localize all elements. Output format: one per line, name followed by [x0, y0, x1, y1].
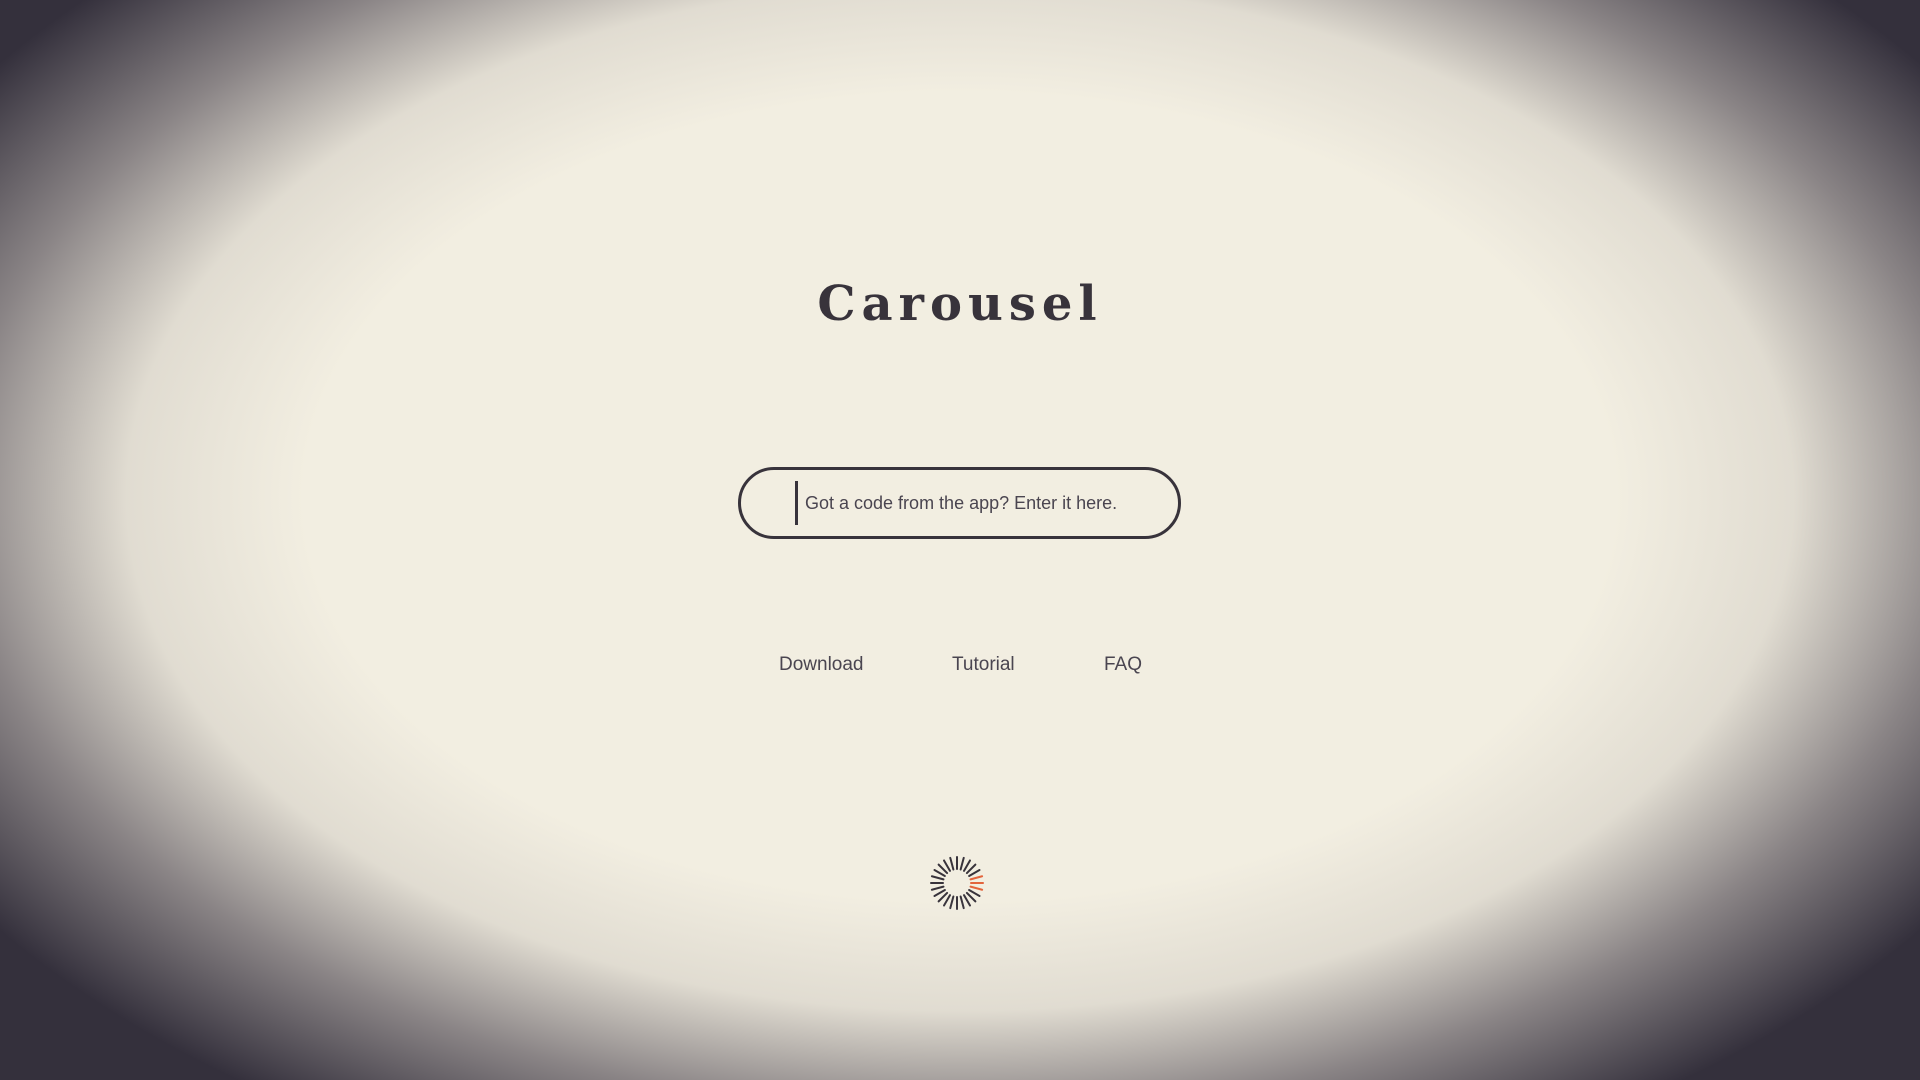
nav-links: Download Tutorial FAQ: [0, 654, 1920, 684]
spinner-tick: [930, 885, 945, 891]
spinner-tick: [937, 891, 949, 903]
spinner-tick: [963, 859, 971, 872]
spinner-tick: [959, 856, 965, 871]
spinner-tick: [949, 856, 955, 871]
spinner-tick: [963, 894, 971, 907]
spinner-tick: [943, 859, 951, 872]
download-link[interactable]: Download: [779, 654, 864, 676]
spinner-tick: [965, 891, 977, 903]
spinner-tick: [930, 875, 945, 881]
spinner-tick: [969, 875, 984, 881]
spinner-tick: [959, 895, 965, 910]
spinner-tick: [969, 885, 984, 891]
spinner-tick: [933, 869, 946, 877]
loading-spinner-icon: [930, 856, 984, 910]
app-title: Carousel: [817, 276, 1103, 332]
spinner-tick: [949, 895, 955, 910]
text-caret: [795, 481, 798, 525]
tutorial-link[interactable]: Tutorial: [952, 654, 1015, 676]
page: Carousel Download Tutorial FAQ: [0, 0, 1920, 1080]
spinner-tick: [968, 889, 981, 897]
spinner-tick: [937, 863, 949, 875]
spinner-tick: [943, 894, 951, 907]
spinner-tick: [968, 869, 981, 877]
code-entry-box[interactable]: [738, 467, 1181, 539]
faq-link[interactable]: FAQ: [1104, 654, 1142, 676]
code-input[interactable]: [805, 470, 1165, 536]
spinner-tick: [965, 863, 977, 875]
spinner-tick: [933, 889, 946, 897]
